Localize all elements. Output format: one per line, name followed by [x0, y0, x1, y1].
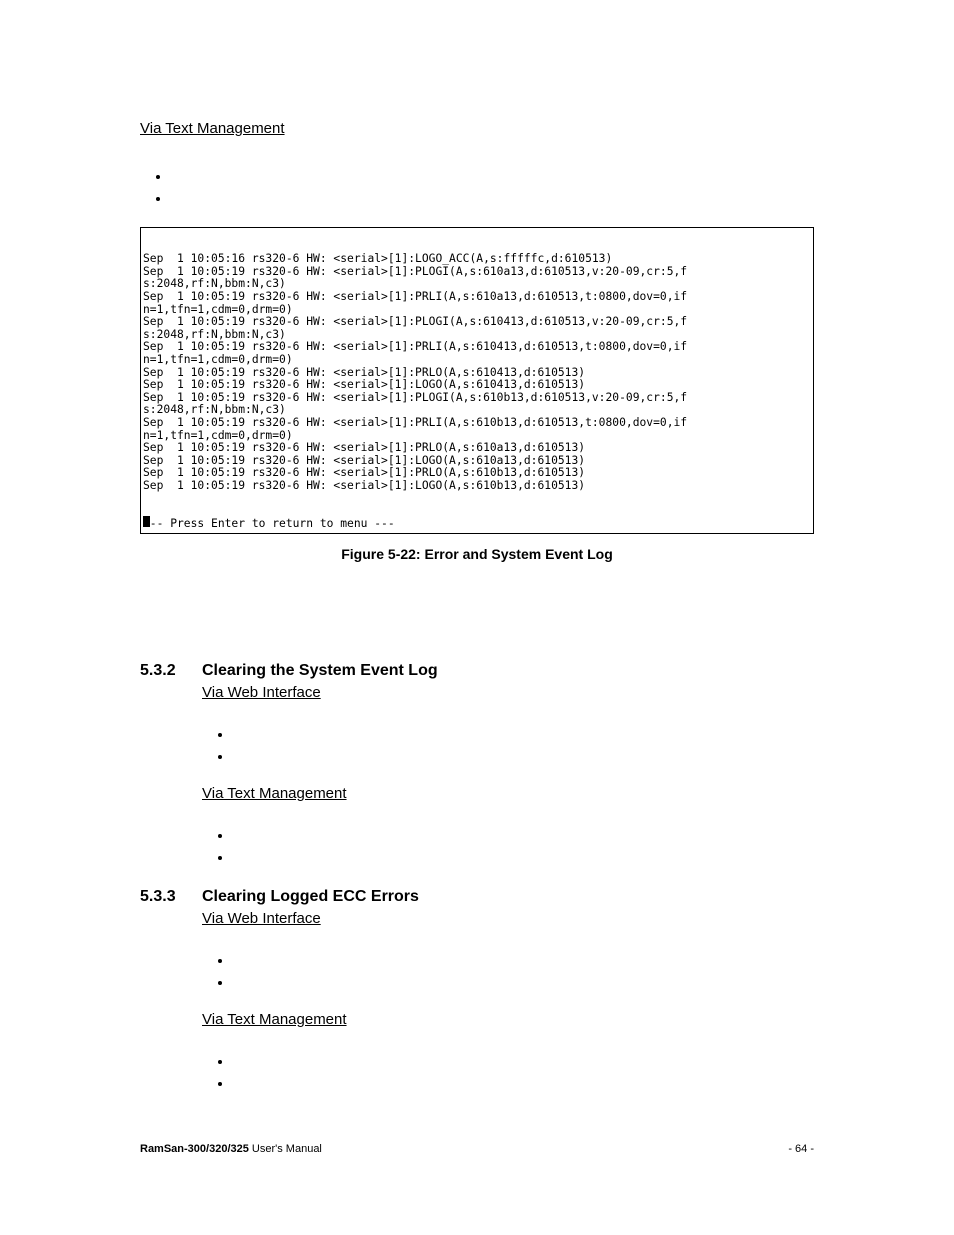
- cursor-icon: [143, 516, 150, 527]
- section-heading-row: 5.3.2 Clearing the System Event Log: [140, 662, 814, 680]
- bullet-item: [232, 949, 814, 971]
- section-content: Via Web Interface Via Text Management: [202, 910, 814, 1094]
- figure-caption: Figure 5-22: Error and System Event Log: [140, 546, 814, 562]
- section-number: 5.3.2: [140, 662, 202, 680]
- via-text-heading: Via Text Management: [140, 120, 814, 137]
- footer-product: RamSan-300/320/325: [140, 1143, 249, 1155]
- bullet-list: [232, 1050, 814, 1094]
- bullet-item: [232, 745, 814, 767]
- bullet-item: [170, 165, 814, 187]
- bullet-list: [232, 824, 814, 868]
- section-title: Clearing the System Event Log: [202, 662, 438, 680]
- log-output-box: Sep 1 10:05:16 rs320-6 HW: <serial>[1]:L…: [140, 227, 814, 534]
- section-533: 5.3.3 Clearing Logged ECC Errors Via Web…: [140, 888, 814, 1094]
- bullet-list: [232, 723, 814, 767]
- bullet-item: [170, 187, 814, 209]
- footer-page-number: - 64 -: [788, 1143, 814, 1155]
- via-web-heading: Via Web Interface: [202, 684, 814, 701]
- bullet-item: [232, 846, 814, 868]
- page-footer: RamSan-300/320/325 User's Manual - 64 -: [140, 1143, 814, 1155]
- via-text-heading: Via Text Management: [202, 1011, 814, 1028]
- document-page: Via Text Management Sep 1 10:05:16 rs320…: [0, 0, 954, 1235]
- bullet-item: [232, 1072, 814, 1094]
- bullet-item: [232, 723, 814, 745]
- section-number: 5.3.3: [140, 888, 202, 906]
- footer-manual-label: User's Manual: [249, 1143, 322, 1155]
- section-heading-row: 5.3.3 Clearing Logged ECC Errors: [140, 888, 814, 906]
- bullet-list: [232, 949, 814, 993]
- bullet-item: [232, 824, 814, 846]
- bullet-list: [170, 165, 814, 209]
- section-top: Via Text Management Sep 1 10:05:16 rs320…: [140, 120, 814, 562]
- bullet-item: [232, 971, 814, 993]
- via-text-heading: Via Text Management: [202, 785, 814, 802]
- via-web-heading: Via Web Interface: [202, 910, 814, 927]
- footer-left: RamSan-300/320/325 User's Manual: [140, 1143, 322, 1155]
- log-text: Sep 1 10:05:16 rs320-6 HW: <serial>[1]:L…: [141, 253, 813, 530]
- section-532: 5.3.2 Clearing the System Event Log Via …: [140, 662, 814, 868]
- bullet-item: [232, 1050, 814, 1072]
- section-title: Clearing Logged ECC Errors: [202, 888, 419, 906]
- section-content: Via Web Interface Via Text Management: [202, 684, 814, 868]
